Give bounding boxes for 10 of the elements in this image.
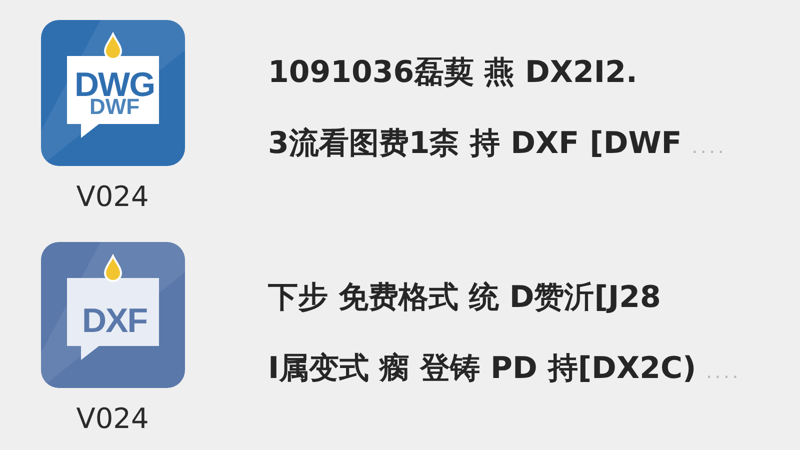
version-label: V024 — [76, 180, 149, 213]
description-text: 1091036磊葜 燕 DX2I2. — [268, 54, 638, 92]
app-icon[interactable]: DXF — [40, 242, 184, 388]
ellipsis-text: .... — [706, 362, 742, 383]
icon-label: DXF — [82, 304, 147, 338]
description-text: 下步 免费格式 统 D赞沂[J28 — [268, 279, 661, 317]
description-text: 3流看图费1柰 持 DXF [DWF — [268, 125, 682, 163]
ellipsis-text: .... — [692, 137, 727, 158]
description-text: I属变式 瘸 登铸 PD 持[DX2C) — [268, 350, 696, 388]
version-label: V024 — [76, 402, 149, 435]
